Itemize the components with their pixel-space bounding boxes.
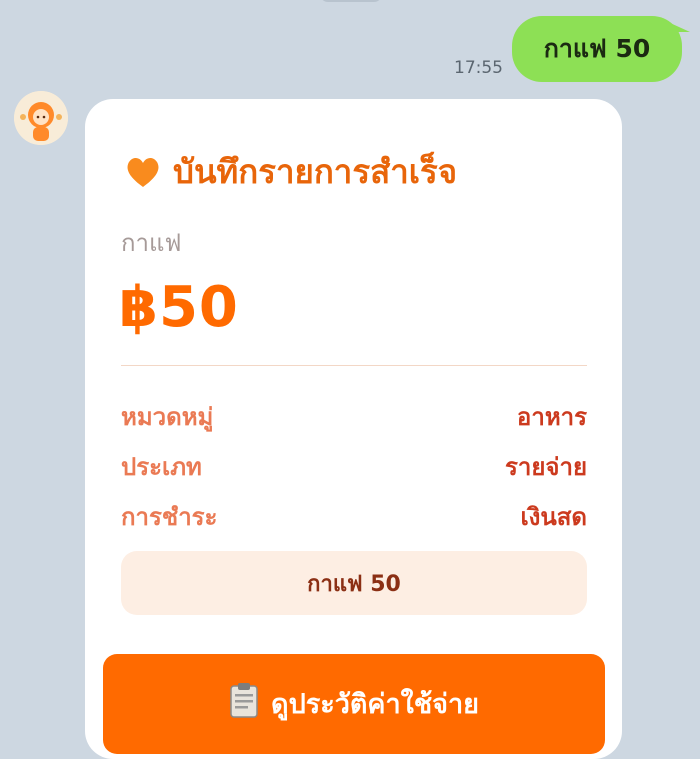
detail-row-type: ประเภท รายจ่าย [121,447,587,486]
outgoing-message-bubble[interactable]: กาแฟ 50 [512,16,682,82]
payment-value: เงินสด [520,503,587,531]
detail-row-category: หมวดหมู่ อาหาร [121,397,587,436]
category-label: หมวดหมู่ [121,403,214,431]
outgoing-message-text: กาแฟ 50 [543,34,651,63]
note-box: กาแฟ 50 [121,551,587,615]
card-title: บันทึกรายการสำเร็จ [173,152,458,191]
category-value: อาหาร [516,403,587,431]
clipboard-icon [230,683,258,718]
amount: ฿50 [119,275,239,340]
message-timestamp: 17:55 [454,58,503,78]
item-name: กาแฟ [121,229,182,257]
scroll-indicator [320,0,382,2]
note-text: กาแฟ 50 [307,571,401,597]
card-header: บันทึกรายการสำเร็จ [123,145,457,198]
view-history-label: ดูประวัติค่าใช้จ่าย [271,689,479,720]
bot-avatar[interactable] [14,91,68,145]
divider [121,365,587,366]
orange-heart-icon [127,157,159,187]
transaction-card: บันทึกรายการสำเร็จ กาแฟ ฿50 หมวดหมู่ อาห… [85,99,622,759]
type-value: รายจ่าย [504,453,587,481]
avatar-illustration [14,91,68,145]
type-label: ประเภท [121,453,202,481]
detail-row-payment: การชำระ เงินสด [121,497,587,536]
view-history-button[interactable]: ดูประวัติค่าใช้จ่าย [103,654,605,754]
payment-label: การชำระ [121,503,218,531]
